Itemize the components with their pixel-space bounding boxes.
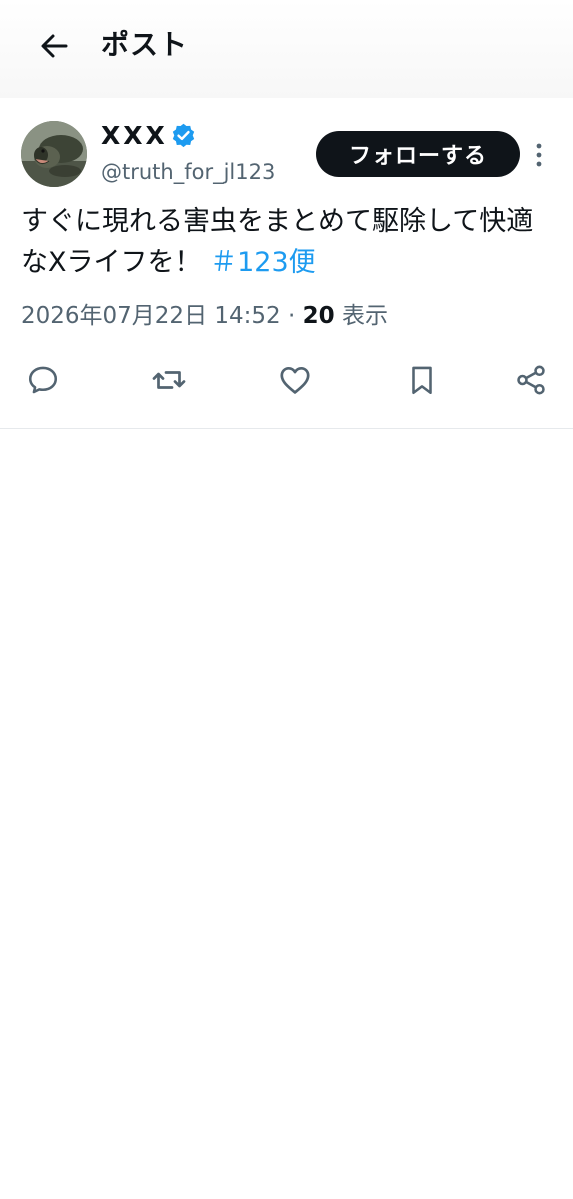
display-name-row: XXX	[101, 118, 197, 152]
post-timestamp[interactable]: 2026年07月22日 14:52	[21, 303, 281, 329]
avatar[interactable]	[21, 121, 87, 187]
bookmark-icon	[412, 366, 432, 395]
display-name[interactable]: XXX	[101, 121, 168, 150]
meta-separator: ·	[287, 303, 296, 329]
post-text: すぐに現れる害虫をまとめて駆除して快適なXライフを！ ＃123便	[21, 201, 556, 283]
back-button[interactable]	[34, 26, 74, 66]
share-button[interactable]	[511, 360, 551, 400]
bookmark-button[interactable]	[402, 360, 442, 400]
views-count: 20	[302, 303, 335, 329]
arrow-left-icon	[41, 34, 68, 58]
hashtag-link[interactable]: ＃123便	[210, 247, 316, 278]
post: XXX @truth_for_jl123 フォローする すぐに現れる害虫をまとめ…	[0, 98, 573, 429]
page-title: ポスト	[101, 28, 189, 61]
turtle-avatar-icon	[21, 121, 87, 187]
more-button[interactable]	[528, 140, 550, 170]
reply-button[interactable]	[23, 360, 63, 400]
share-icon	[517, 365, 545, 395]
more-vertical-icon	[536, 143, 542, 167]
action-bar	[0, 360, 573, 400]
user-handle[interactable]: @truth_for_jl123	[101, 160, 275, 184]
reply-icon	[28, 366, 58, 394]
top-bar: ポスト	[0, 0, 573, 98]
post-meta: 2026年07月22日 14:52 · 20 表示	[21, 296, 388, 330]
verified-badge-icon	[170, 122, 197, 149]
repost-icon	[152, 371, 186, 389]
views-label: 表示	[341, 303, 388, 329]
repost-button[interactable]	[149, 360, 189, 400]
heart-icon	[280, 366, 310, 394]
like-button[interactable]	[275, 360, 315, 400]
follow-button[interactable]: フォローする	[316, 131, 520, 177]
